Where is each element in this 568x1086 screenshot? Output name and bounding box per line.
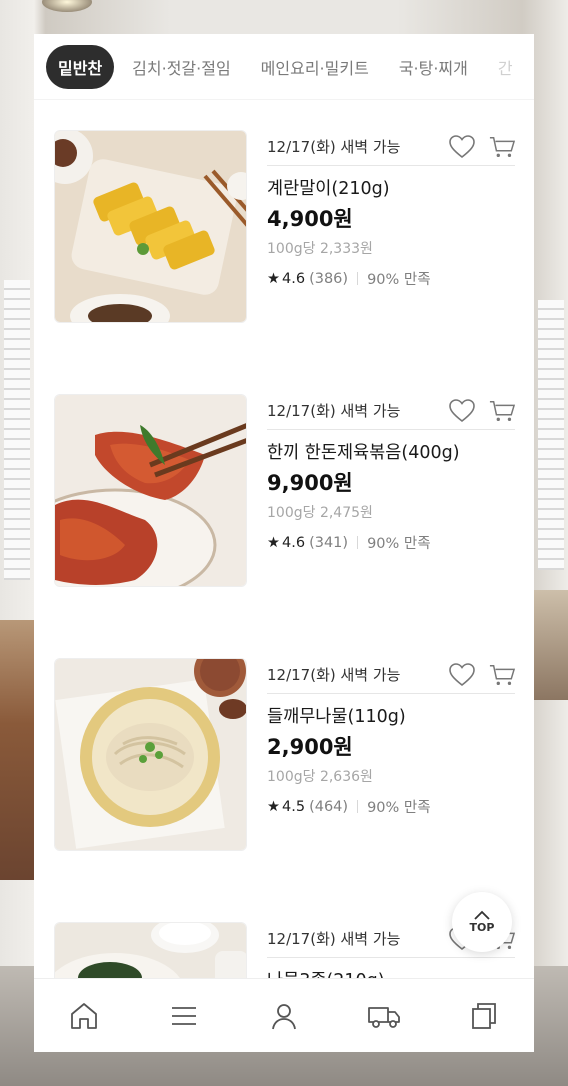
rating-value: 4.6	[282, 534, 306, 551]
divider	[357, 272, 359, 285]
product-image-rolled-egg[interactable]	[54, 130, 247, 323]
delivery-date: 12/17(화) 새벽 가능	[267, 666, 401, 684]
tab-more[interactable]: 간	[486, 45, 525, 89]
heart-icon[interactable]	[449, 134, 475, 160]
satisfaction: 90% 만족	[367, 800, 431, 816]
wood-panel-left	[0, 620, 36, 880]
cart-icon[interactable]	[489, 398, 515, 424]
user-icon[interactable]	[264, 996, 304, 1036]
window-left	[4, 280, 30, 580]
app-screen: 밑반찬 김치·젓갈·절임 메인요리·밀키트 국·탕·찌개 간 12/17(화) …	[34, 34, 534, 1052]
heart-icon[interactable]	[449, 398, 475, 424]
satisfaction: 90% 만족	[367, 272, 431, 288]
menu-icon[interactable]	[164, 996, 204, 1036]
tab-side-dishes[interactable]: 밑반찬	[46, 44, 115, 89]
product-info: 12/17(화) 새벽 가능 들깨무나물(110g) 2,900원 100g당 …	[267, 658, 515, 817]
cart-icon[interactable]	[489, 134, 515, 160]
rating-row: ★ 4.6 (341) 90% 만족	[267, 532, 515, 553]
delivery-row: 12/17(화) 새벽 가능	[267, 658, 515, 694]
product-price: 9,900원	[267, 471, 353, 495]
cart-icon[interactable]	[489, 662, 515, 688]
divider	[357, 800, 359, 813]
divider	[357, 536, 359, 549]
unit-price: 100g당 2,333원	[267, 241, 373, 257]
product-card[interactable]: 12/17(화) 새벽 가능 계란말이(210g) 4,900원 100g당 2…	[34, 130, 534, 326]
scroll-to-top-button[interactable]: TOP	[452, 892, 512, 952]
rating-row: ★ 4.5 (464) 90% 만족	[267, 796, 515, 817]
product-card[interactable]: 12/17(화) 새벽 가능 들깨무나물(110g) 2,900원 100g당 …	[34, 658, 534, 854]
tab-main-dishes[interactable]: 메인요리·밀키트	[249, 45, 381, 89]
review-count: (386)	[309, 270, 349, 287]
product-image-namul[interactable]	[54, 658, 247, 851]
category-tabs: 밑반찬 김치·젓갈·절임 메인요리·밀키트 국·탕·찌개 간	[34, 34, 534, 100]
product-name[interactable]: 계란말이(210g)	[267, 178, 515, 200]
window-right	[538, 300, 564, 570]
product-card[interactable]: 12/17(화) 새벽 가능 한끼 한돈제육볶음(400g) 9,900원 10…	[34, 394, 534, 590]
review-count: (464)	[309, 798, 349, 815]
rating-value: 4.6	[282, 270, 306, 287]
delivery-date: 12/17(화) 새벽 가능	[267, 402, 401, 420]
product-name[interactable]: 한끼 한돈제육볶음(400g)	[267, 442, 515, 464]
unit-price: 100g당 2,636원	[267, 769, 373, 785]
product-info: 12/17(화) 새벽 가능 한끼 한돈제육볶음(400g) 9,900원 10…	[267, 394, 515, 553]
delivery-date: 12/17(화) 새벽 가능	[267, 138, 401, 156]
tab-kimchi[interactable]: 김치·젓갈·절임	[120, 45, 243, 89]
delivery-truck-icon[interactable]	[364, 996, 404, 1036]
top-button-label: TOP	[469, 921, 495, 934]
product-image-pork[interactable]	[54, 394, 247, 587]
ceiling-lamp	[42, 0, 92, 12]
satisfaction: 90% 만족	[367, 536, 431, 552]
product-price: 4,900원	[267, 207, 353, 231]
delivery-row: 12/17(화) 새벽 가능	[267, 394, 515, 430]
delivery-row: 12/17(화) 새벽 가능	[267, 130, 515, 166]
rating-row: ★ 4.6 (386) 90% 만족	[267, 268, 515, 289]
star-icon: ★	[267, 534, 280, 551]
delivery-date: 12/17(화) 새벽 가능	[267, 930, 401, 948]
bottom-nav	[34, 978, 534, 1052]
rating-value: 4.5	[282, 798, 306, 815]
heart-icon[interactable]	[449, 662, 475, 688]
star-icon: ★	[267, 270, 280, 287]
review-count: (341)	[309, 534, 349, 551]
product-info: 12/17(화) 새벽 가능 계란말이(210g) 4,900원 100g당 2…	[267, 130, 515, 289]
unit-price: 100g당 2,475원	[267, 505, 373, 521]
home-icon[interactable]	[64, 996, 104, 1036]
recent-items-icon[interactable]	[464, 996, 504, 1036]
star-icon: ★	[267, 798, 280, 815]
chevron-up-icon	[474, 910, 490, 920]
product-price: 2,900원	[267, 735, 353, 759]
tab-soups[interactable]: 국·탕·찌개	[387, 45, 480, 89]
product-name[interactable]: 들깨무나물(110g)	[267, 706, 515, 728]
wood-panel-right	[532, 590, 568, 700]
